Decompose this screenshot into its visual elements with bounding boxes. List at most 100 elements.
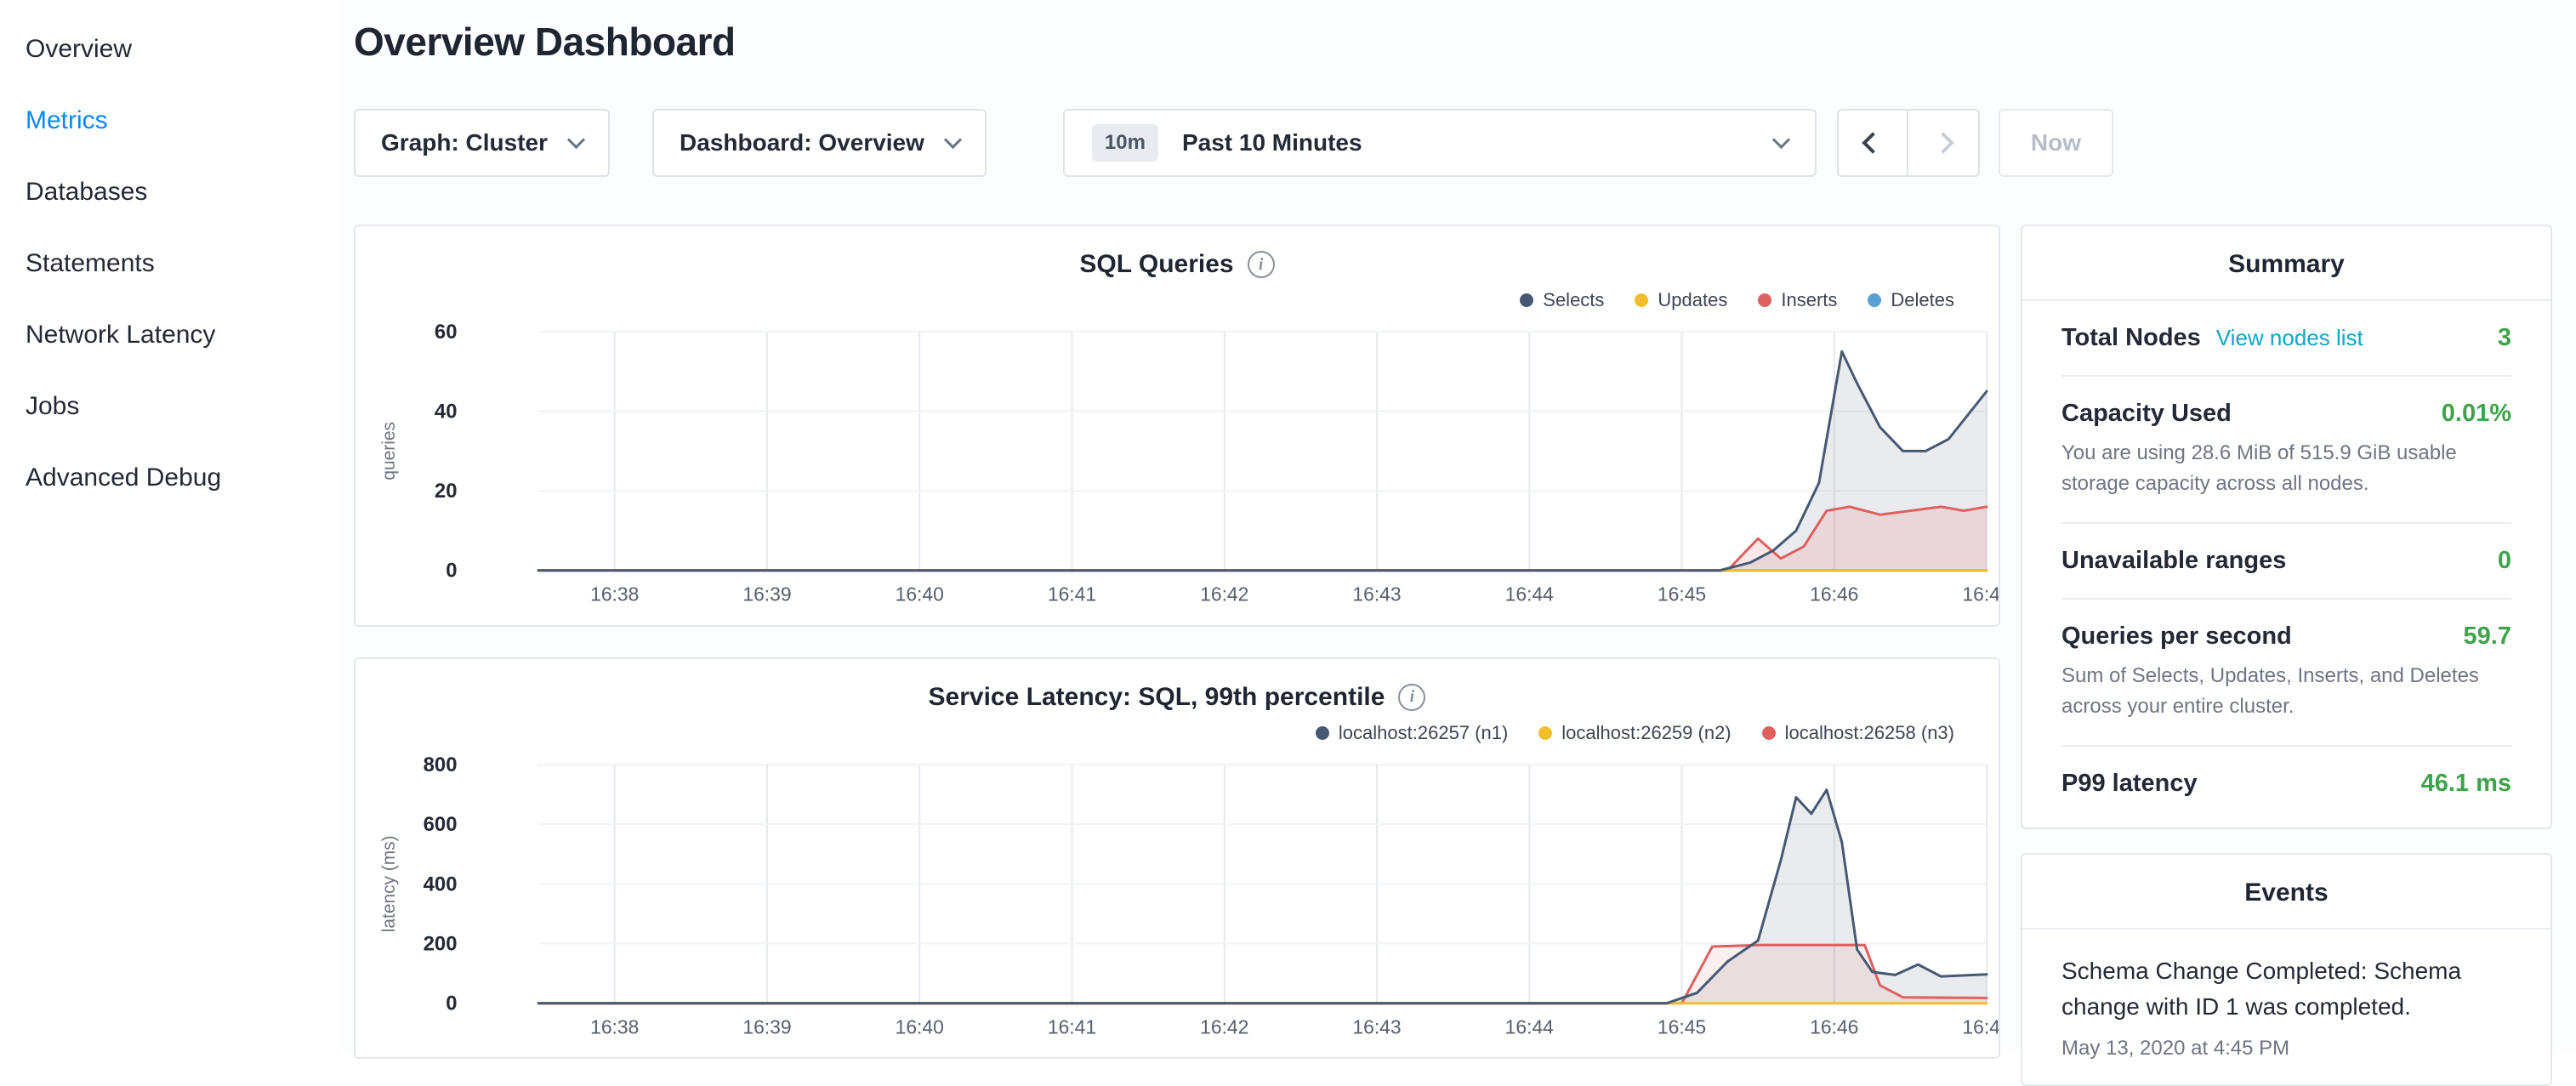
summary-qps: Queries per second 59.7 Sum of Selects, …: [2061, 600, 2511, 747]
now-button[interactable]: Now: [1999, 109, 2113, 177]
dashboard-dropdown[interactable]: Dashboard: Overview: [652, 109, 987, 177]
svg-text:16:40: 16:40: [896, 1015, 944, 1038]
graph-scope-label: Graph: Cluster: [381, 129, 548, 156]
qps-label: Queries per second: [2061, 623, 2292, 651]
p99-latency-label: P99 latency: [2061, 770, 2198, 798]
summary-title: Summary: [2022, 226, 2550, 301]
total-nodes-label: Total Nodes: [2061, 324, 2201, 351]
svg-text:16:38: 16:38: [590, 1015, 639, 1038]
svg-text:60: 60: [435, 321, 458, 344]
time-step-buttons: [1837, 109, 1980, 177]
event-timestamp: May 13, 2020 at 4:45 PM: [2061, 1037, 2511, 1060]
sidebar-item-databases[interactable]: Databases: [26, 156, 340, 228]
legend-dot-n3: [1762, 726, 1776, 740]
summary-total-nodes: Total Nodes View nodes list 3: [2061, 301, 2511, 377]
svg-text:16:46: 16:46: [1810, 1015, 1858, 1038]
svg-text:16:39: 16:39: [742, 1015, 791, 1038]
svg-text:400: 400: [424, 873, 458, 896]
service-latency-chart: 16:38 16:39 16:40 16:41 16:42 16:43 16:44 16:45…: [355, 748, 1999, 1043]
svg-text:16:42: 16:42: [1200, 1015, 1248, 1038]
qps-value: 59.7: [2464, 623, 2511, 651]
legend-label: Selects: [1543, 289, 1604, 311]
legend-item: localhost:26257 (n1): [1316, 722, 1508, 744]
capacity-value: 0.01%: [2442, 400, 2511, 428]
chevron-right-icon: [1932, 132, 1953, 153]
svg-text:16:38: 16:38: [590, 583, 639, 606]
svg-text:16:47: 16:47: [1962, 583, 1999, 606]
p99-latency-value: 46.1 ms: [2421, 770, 2511, 798]
sidebar-item-metrics[interactable]: Metrics: [26, 85, 340, 156]
summary-unavailable-ranges: Unavailable ranges 0: [2061, 524, 2511, 600]
info-icon[interactable]: i: [1398, 684, 1425, 711]
svg-text:16:40: 16:40: [896, 583, 944, 606]
capacity-description: You are using 28.6 MiB of 515.9 GiB usab…: [2061, 438, 2511, 499]
svg-text:200: 200: [424, 932, 458, 955]
time-range-badge: 10m: [1092, 124, 1158, 162]
svg-text:16:39: 16:39: [742, 583, 791, 606]
sidebar-item-overview[interactable]: Overview: [26, 14, 340, 85]
time-back-button[interactable]: [1837, 109, 1908, 177]
legend-dot-n1: [1316, 726, 1329, 740]
events-title: Events: [2022, 855, 2550, 930]
svg-text:16:44: 16:44: [1505, 1015, 1555, 1038]
legend-dot-deletes: [1868, 293, 1881, 307]
sidebar: Overview Metrics Databases Statements Ne…: [0, 0, 340, 1051]
unavailable-ranges-value: 0: [2498, 547, 2511, 575]
legend-dot-updates: [1635, 293, 1648, 307]
svg-text:0: 0: [446, 992, 457, 1015]
svg-text:16:43: 16:43: [1352, 583, 1401, 606]
legend-dot-inserts: [1758, 293, 1771, 307]
time-range-label: Past 10 Minutes: [1182, 129, 1751, 156]
svg-text:16:43: 16:43: [1352, 1015, 1401, 1038]
capacity-label: Capacity Used: [2061, 400, 2232, 428]
svg-text:16:45: 16:45: [1658, 1015, 1706, 1038]
total-nodes-value: 3: [2498, 324, 2511, 352]
svg-text:16:45: 16:45: [1658, 583, 1706, 606]
chevron-left-icon: [1862, 132, 1883, 153]
svg-text:16:44: 16:44: [1505, 583, 1555, 606]
sidebar-item-advanced-debug[interactable]: Advanced Debug: [26, 442, 340, 514]
time-range-dropdown[interactable]: 10m Past 10 Minutes: [1063, 109, 1817, 177]
svg-text:800: 800: [424, 753, 458, 776]
view-nodes-list-link[interactable]: View nodes list: [2216, 325, 2363, 350]
svg-text:16:46: 16:46: [1810, 583, 1858, 606]
chevron-down-icon: [567, 130, 585, 148]
controls-bar: Graph: Cluster Dashboard: Overview 10m P…: [354, 109, 2552, 177]
sidebar-item-network-latency[interactable]: Network Latency: [26, 299, 340, 371]
info-icon[interactable]: i: [1248, 251, 1275, 278]
sidebar-item-statements[interactable]: Statements: [26, 228, 340, 299]
time-forward-button[interactable]: [1908, 109, 1980, 177]
chevron-down-icon: [944, 130, 962, 148]
sidebar-item-jobs[interactable]: Jobs: [26, 371, 340, 442]
event-message[interactable]: Schema Change Completed: Schema change w…: [2061, 953, 2511, 1025]
legend-item: Updates: [1635, 289, 1727, 311]
service-latency-chart-card: Service Latency: SQL, 99th percentile i …: [354, 657, 2000, 1060]
svg-text:16:41: 16:41: [1048, 1015, 1096, 1038]
summary-capacity: Capacity Used 0.01% You are using 28.6 M…: [2061, 377, 2511, 524]
svg-text:16:41: 16:41: [1048, 583, 1096, 606]
graph-scope-dropdown[interactable]: Graph: Cluster: [354, 109, 610, 177]
chevron-down-icon: [1772, 130, 1790, 148]
service-latency-legend: localhost:26257 (n1) localhost:26259 (n2…: [355, 722, 1999, 744]
svg-text:0: 0: [446, 560, 457, 583]
summary-panel: Summary Total Nodes View nodes list 3 Cap…: [2021, 225, 2552, 829]
legend-label: Deletes: [1891, 289, 1954, 311]
charts-column: SQL Queries i Selects Updates Inserts De…: [354, 225, 2000, 1059]
unavailable-ranges-label: Unavailable ranges: [2061, 547, 2286, 575]
legend-item: Selects: [1520, 289, 1604, 311]
svg-text:600: 600: [424, 813, 458, 836]
svg-text:20: 20: [435, 480, 458, 503]
right-column: Summary Total Nodes View nodes list 3 Cap…: [2021, 225, 2552, 1086]
sql-queries-chart-card: SQL Queries i Selects Updates Inserts De…: [354, 225, 2000, 627]
qps-description: Sum of Selects, Updates, Inserts, and De…: [2061, 661, 2511, 722]
svg-text:16:47: 16:47: [1962, 1015, 1999, 1038]
legend-dot-n2: [1538, 726, 1552, 740]
chart-title-sql-queries: SQL Queries: [1079, 250, 1233, 279]
legend-item: localhost:26258 (n3): [1762, 722, 1954, 744]
svg-text:queries: queries: [379, 422, 399, 480]
legend-item: Deletes: [1868, 289, 1954, 311]
sql-queries-legend: Selects Updates Inserts Deletes: [355, 289, 1999, 311]
svg-text:40: 40: [435, 400, 458, 423]
legend-label: localhost:26259 (n2): [1561, 722, 1731, 744]
legend-item: localhost:26259 (n2): [1538, 722, 1731, 744]
